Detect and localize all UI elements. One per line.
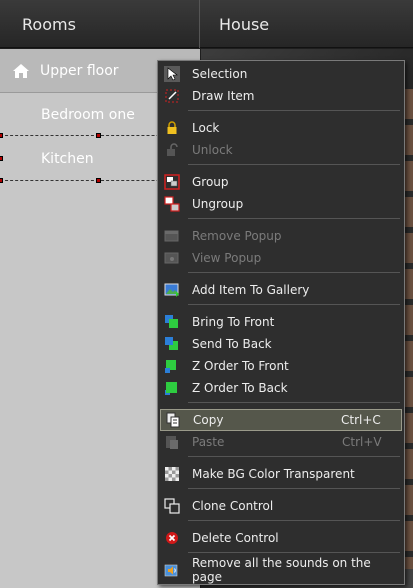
copy-shortcut: Ctrl+C xyxy=(341,413,381,427)
menu-item-clone-control[interactable]: Clone Control xyxy=(160,495,402,517)
bring-to-front-icon xyxy=(164,314,180,330)
remove-popup-icon xyxy=(164,228,180,244)
menu-item-z-order-back[interactable]: Z Order To Back xyxy=(160,377,402,399)
menu-item-selection[interactable]: Selection xyxy=(160,63,402,85)
house-title: House xyxy=(219,14,270,34)
menu-item-draw-item[interactable]: Draw Item xyxy=(160,85,402,107)
z-order-front-icon xyxy=(164,358,180,374)
room-label: Upper floor xyxy=(40,62,119,79)
paste-shortcut: Ctrl+V xyxy=(342,435,382,449)
menu-item-send-to-back[interactable]: Send To Back xyxy=(160,333,402,355)
menu-separator xyxy=(188,552,400,553)
z-order-back-icon xyxy=(164,380,180,396)
menu-item-group[interactable]: Group xyxy=(160,171,402,193)
lock-icon xyxy=(164,120,180,136)
delete-icon xyxy=(164,530,180,546)
menu-item-view-popup[interactable]: View Popup xyxy=(160,247,402,269)
group-icon xyxy=(164,174,180,190)
resize-handle[interactable] xyxy=(0,156,3,161)
rooms-header: Rooms xyxy=(0,0,200,48)
menu-item-lock[interactable]: Lock xyxy=(160,117,402,139)
menu-separator xyxy=(188,456,400,457)
draw-icon xyxy=(164,88,180,104)
room-label: Bedroom one xyxy=(41,107,135,123)
copy-icon xyxy=(165,412,181,428)
checkerboard-icon xyxy=(164,466,180,482)
menu-item-unlock[interactable]: Unlock xyxy=(160,139,402,161)
room-label: Kitchen xyxy=(41,151,94,167)
menu-item-z-order-front[interactable]: Z Order To Front xyxy=(160,355,402,377)
menu-separator xyxy=(188,488,400,489)
menu-separator xyxy=(188,164,400,165)
resize-handle[interactable] xyxy=(0,133,3,138)
cursor-icon xyxy=(164,66,180,82)
view-popup-icon xyxy=(164,250,180,266)
house-header: House xyxy=(200,0,413,48)
sound-icon xyxy=(164,562,180,578)
rooms-title: Rooms xyxy=(22,14,76,34)
menu-item-add-to-gallery[interactable]: Add Item To Gallery xyxy=(160,279,402,301)
menu-separator xyxy=(188,520,400,521)
menu-item-delete-control[interactable]: Delete Control xyxy=(160,527,402,549)
resize-handle[interactable] xyxy=(0,178,3,183)
menu-item-ungroup[interactable]: Ungroup xyxy=(160,193,402,215)
context-menu: Selection Draw Item Lock Unlock Group Un… xyxy=(157,60,405,585)
header-bar: Rooms House xyxy=(0,0,413,48)
menu-item-make-bg-transparent[interactable]: Make BG Color Transparent xyxy=(160,463,402,485)
menu-item-remove-sounds[interactable]: Remove all the sounds on the page xyxy=(160,556,402,584)
ungroup-icon xyxy=(164,196,180,212)
menu-separator xyxy=(188,218,400,219)
paste-icon xyxy=(164,434,180,450)
menu-item-remove-popup[interactable]: Remove Popup xyxy=(160,225,402,247)
menu-separator xyxy=(188,304,400,305)
menu-separator xyxy=(188,402,400,403)
resize-handle[interactable] xyxy=(96,133,101,138)
home-icon xyxy=(12,63,30,79)
unlock-icon xyxy=(164,142,180,158)
menu-item-copy[interactable]: Copy Ctrl+C xyxy=(160,409,402,431)
menu-item-paste[interactable]: Paste Ctrl+V xyxy=(160,431,402,453)
menu-separator xyxy=(188,272,400,273)
gallery-icon xyxy=(164,282,180,298)
resize-handle[interactable] xyxy=(96,178,101,183)
menu-separator xyxy=(188,110,400,111)
send-to-back-icon xyxy=(164,336,180,352)
clone-icon xyxy=(164,498,180,514)
menu-item-bring-to-front[interactable]: Bring To Front xyxy=(160,311,402,333)
